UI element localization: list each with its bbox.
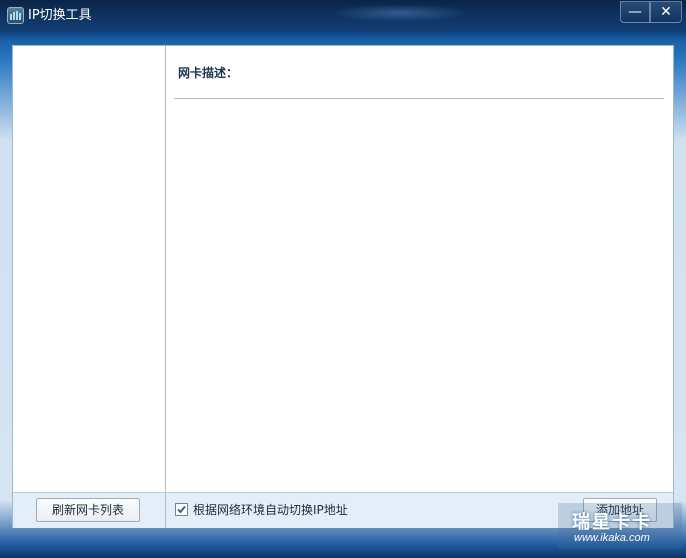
adapter-detail-panel: 网卡描述： <box>166 46 673 492</box>
watermark-text: 瑞星卡卡 <box>572 512 652 533</box>
minimize-icon: — <box>628 4 642 20</box>
auto-switch-checkbox[interactable] <box>175 503 188 516</box>
refresh-adapter-list-button[interactable]: 刷新网卡列表 <box>36 498 140 522</box>
window-title: IP切换工具 <box>28 8 92 23</box>
watermark-url: www.ikaka.com <box>574 532 650 544</box>
main-content: 网卡描述： 刷新网卡列表 根据网络环境自动切换IP地址 添加地址 <box>12 45 674 528</box>
app-window: IP切换工具 — ✕ 网卡描述： 刷新网卡列表 根据网络环境自动切换IP地址 添… <box>0 0 686 558</box>
close-button[interactable]: ✕ <box>650 1 682 23</box>
auto-switch-label[interactable]: 根据网络环境自动切换IP地址 <box>193 502 348 518</box>
watermark-logo: 瑞星卡卡 www.ikaka.com <box>558 503 682 549</box>
title-bar[interactable]: IP切换工具 — ✕ <box>0 0 686 32</box>
close-icon: ✕ <box>660 4 672 20</box>
network-adapter-icon <box>7 7 24 24</box>
checkmark-icon <box>177 505 186 514</box>
bottom-separator <box>165 493 166 528</box>
minimize-button[interactable]: — <box>620 1 650 23</box>
nic-description-label: 网卡描述： <box>178 66 239 80</box>
detail-divider <box>174 98 664 99</box>
network-adapter-list[interactable] <box>13 46 166 492</box>
